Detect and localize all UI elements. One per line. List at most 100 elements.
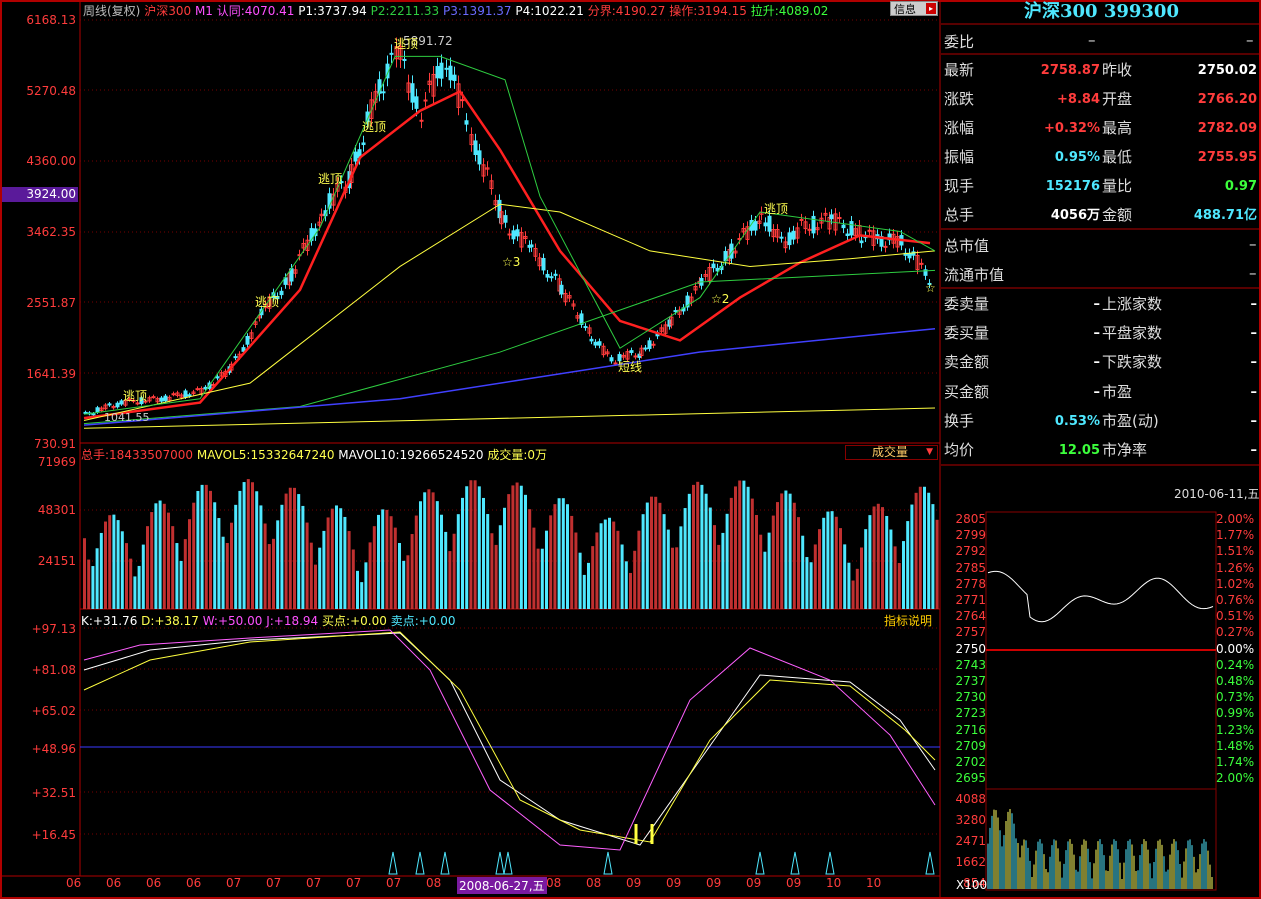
volume-bar xyxy=(767,532,771,609)
candle-body xyxy=(107,403,112,406)
k-value: +31.76 xyxy=(92,614,138,628)
market-row: 买金额 – 市盈 – xyxy=(942,378,1261,407)
baseline-yellow-line xyxy=(83,407,936,429)
field-value: 0.53% xyxy=(1054,413,1100,429)
field-value: 2782.09 xyxy=(1197,121,1257,136)
volume-bar xyxy=(750,498,754,609)
candle-body xyxy=(381,91,386,94)
volume-bar xyxy=(419,501,422,609)
volume-bar xyxy=(851,580,855,609)
indicator-explain-link[interactable]: 指标说明 xyxy=(884,612,932,629)
field-label: 开盘 xyxy=(1102,90,1133,108)
volume-bar xyxy=(217,518,221,609)
volume-bar xyxy=(713,525,716,609)
total-mcap-value: – xyxy=(1249,235,1257,253)
time-axis-label: 07 xyxy=(306,876,322,890)
volume-bar xyxy=(633,550,637,609)
candle-body xyxy=(763,222,768,227)
intraday-pct-label: 0.73% xyxy=(1216,690,1255,705)
candle-body xyxy=(593,341,598,346)
volume-bar xyxy=(855,568,859,609)
intraday-volume-label: 1662 xyxy=(955,855,986,869)
volume-bar xyxy=(272,538,275,609)
volume-bar xyxy=(696,481,700,609)
info-button[interactable]: 信息 ▸ xyxy=(890,1,938,16)
volume-bar xyxy=(188,519,191,609)
intraday-price-line xyxy=(987,570,1214,623)
volume-bar xyxy=(755,514,758,609)
field-label: 上涨家数 xyxy=(1102,295,1163,313)
kdj-axis-label: +32.51 xyxy=(31,786,76,800)
candle-body xyxy=(439,62,444,79)
info-button-label: 信息 xyxy=(894,3,916,16)
intraday-date: 2010-06-11,五 xyxy=(1174,487,1260,501)
volume-bar xyxy=(385,509,389,609)
volume-bar xyxy=(834,516,838,609)
candle-body xyxy=(215,376,220,379)
escape-top-signal: 逃顶 xyxy=(394,37,419,51)
kdj-axis-label: +48.96 xyxy=(31,742,76,756)
time-axis-label: 06 xyxy=(186,876,202,890)
float-mcap-value: – xyxy=(1249,264,1257,282)
candle-body xyxy=(419,119,424,122)
price-axis-label: 5270.48 xyxy=(26,84,76,98)
volume-bar xyxy=(662,514,666,609)
candle-body xyxy=(423,99,428,102)
time-axis-label: 09 xyxy=(666,876,682,890)
volume-bar xyxy=(620,544,624,609)
field-value: 0.97 xyxy=(1224,179,1257,194)
volume-bar xyxy=(108,515,112,609)
period-label[interactable]: 周线(复权) xyxy=(83,4,140,18)
candle-body xyxy=(448,65,453,81)
volume-bar xyxy=(246,479,250,609)
field-value: +0.32% xyxy=(1044,121,1100,136)
indicator-select[interactable]: 成交量 ▼ xyxy=(845,445,938,460)
j-label: J: xyxy=(266,614,274,628)
field-label: 买金额 xyxy=(944,382,990,401)
quote-row: 总手 4056万 金额 488.71亿 xyxy=(942,201,1261,230)
volume-bar xyxy=(465,486,469,609)
volume-bar xyxy=(532,527,536,609)
candle-body xyxy=(95,407,100,413)
signal-marker xyxy=(388,851,398,875)
time-axis-label: 07 xyxy=(226,876,242,890)
volume-bar xyxy=(473,480,477,609)
volume-bar xyxy=(931,504,935,609)
kdj-axis-label: +65.02 xyxy=(31,704,76,718)
volume-bar xyxy=(801,535,805,609)
field-label: 委买量 xyxy=(944,324,990,343)
price-axis-label: 6168.13 xyxy=(26,13,76,27)
volume-bar xyxy=(738,480,742,609)
volume-axis-label: 71969 xyxy=(37,455,76,469)
volume-bar xyxy=(330,508,334,609)
k-label: K: xyxy=(81,614,93,628)
quote-row: 最新 2758.87 昨收 2750.02 xyxy=(942,56,1261,85)
intraday-price-label: 2750 xyxy=(955,641,986,656)
volume-bar xyxy=(120,531,124,609)
field-label: 涨跌 xyxy=(944,90,975,108)
fj-label: 分界: xyxy=(587,4,616,18)
volume-bar xyxy=(322,530,326,609)
volume-bar xyxy=(301,505,305,609)
volume-bar xyxy=(356,570,359,609)
intraday-price-label: 2723 xyxy=(955,706,986,721)
market-row: 卖金额 – 下跌家数 – xyxy=(942,348,1261,377)
volume-bar xyxy=(452,533,456,609)
intraday-pct-label: 2.00% xyxy=(1216,512,1255,526)
candle-body xyxy=(414,96,419,109)
candle-body xyxy=(787,232,792,246)
info-close-icon[interactable]: ▸ xyxy=(926,3,936,14)
volume-bar xyxy=(326,517,330,609)
volume-bar xyxy=(637,530,641,609)
star-signal: ☆2 xyxy=(711,292,730,306)
time-axis-label: 08 xyxy=(546,876,562,890)
price-axis-label: 730.91 xyxy=(34,437,76,451)
time-axis-label: 07 xyxy=(346,876,362,890)
field-value: 488.71亿 xyxy=(1193,208,1257,223)
field-value: 4056万 xyxy=(1050,208,1100,223)
field-value: – xyxy=(1093,355,1101,371)
volume-bar xyxy=(658,502,662,609)
volume-bar xyxy=(251,482,254,609)
volume-bar xyxy=(629,572,632,609)
w-label: W: xyxy=(202,614,218,628)
